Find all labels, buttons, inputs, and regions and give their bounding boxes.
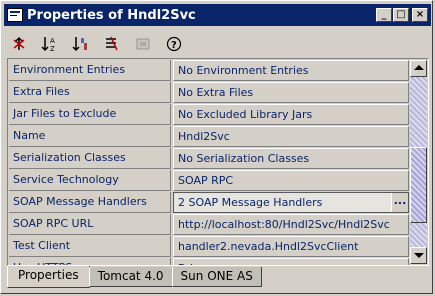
property-value[interactable]: No Serialization Classes [173,148,409,169]
property-value[interactable]: handler2.nevada.Hndl2SvcClient [173,236,409,257]
show-editable-only-icon[interactable] [100,32,124,56]
property-value[interactable]: False [173,258,409,265]
scroll-up-button[interactable] [410,60,427,77]
property-row[interactable]: Jar Files to Exclude No Excluded Library… [9,104,409,126]
tab-tomcat[interactable]: Tomcat 4.0 [88,267,173,287]
property-name: Name [9,126,171,147]
minimize-button[interactable]: _ [376,8,392,22]
property-name: Jar Files to Exclude [9,104,171,125]
property-value-selected[interactable]: 2 SOAP Message Handlers ... [173,192,409,213]
property-row[interactable]: Extra Files No Extra Files [9,82,409,104]
vertical-scrollbar[interactable] [410,60,427,264]
property-name: SOAP RPC URL [9,214,171,235]
property-name: Test Client [9,236,171,257]
toolbar: A Z ? [4,29,431,59]
tab-bar: Properties Tomcat 4.0 Sun ONE AS [7,266,262,289]
property-name: Serialization Classes [9,148,171,169]
property-name: Extra Files [9,82,171,103]
scroll-thumb[interactable] [410,147,427,223]
help-icon[interactable]: ? [162,32,186,56]
property-name: SOAP Message Handlers [9,192,171,213]
arrow-down-icon [414,253,424,258]
property-row[interactable]: SOAP RPC URL http://localhost:80/Hndl2Sv… [9,214,409,236]
svg-text:?: ? [171,40,177,51]
property-row[interactable]: Service Technology SOAP RPC [9,170,409,192]
property-row[interactable]: Use HTTPS False [9,258,409,265]
close-button[interactable]: × [412,8,428,22]
property-row[interactable]: Name Hndl2Svc [9,126,409,148]
property-row[interactable]: Environment Entries No Environment Entri… [9,60,409,82]
property-row[interactable]: Serialization Classes No Serialization C… [9,148,409,170]
property-value[interactable]: No Excluded Library Jars [173,104,409,125]
unsorted-icon[interactable] [7,32,31,56]
property-name: Use HTTPS [9,258,171,265]
property-value[interactable]: No Environment Entries [173,60,409,81]
maximize-button[interactable]: □ [393,8,409,22]
property-name: Environment Entries [9,60,171,81]
svg-text:Z: Z [50,45,55,53]
property-value[interactable]: No Extra Files [173,82,409,103]
sort-by-type-icon[interactable] [69,32,93,56]
property-value[interactable]: Hndl2Svc [173,126,409,147]
svg-text:A: A [50,37,55,45]
scroll-track[interactable] [410,77,427,247]
property-value[interactable]: SOAP RPC [173,170,409,191]
sort-by-name-icon[interactable]: A Z [38,32,62,56]
tab-properties[interactable]: Properties [7,266,90,288]
tab-sun-one-as[interactable]: Sun ONE AS [171,267,262,287]
property-row-selected[interactable]: SOAP Message Handlers 2 SOAP Message Han… [9,192,409,214]
title-bar[interactable]: Properties of Hndl2Svc _ □ × [4,4,431,26]
property-name: Service Technology [9,170,171,191]
property-value-text: 2 SOAP Message Handlers [178,196,323,209]
ellipsis-button[interactable]: ... [391,193,408,212]
property-value[interactable]: http://localhost:80/Hndl2Svc/Hndl2Svc [173,214,409,235]
properties-window: Properties of Hndl2Svc _ □ × A Z ? Envir… [0,0,433,294]
property-row[interactable]: Test Client handler2.nevada.Hndl2SvcClie… [9,236,409,258]
arrow-up-icon [414,65,424,70]
scroll-down-button[interactable] [410,247,427,264]
property-sheet: Environment Entries No Environment Entri… [7,58,429,266]
customize-icon [131,32,155,56]
window-app-icon [7,8,23,22]
window-title: Properties of Hndl2Svc [27,7,196,23]
property-rows: Environment Entries No Environment Entri… [9,60,409,265]
